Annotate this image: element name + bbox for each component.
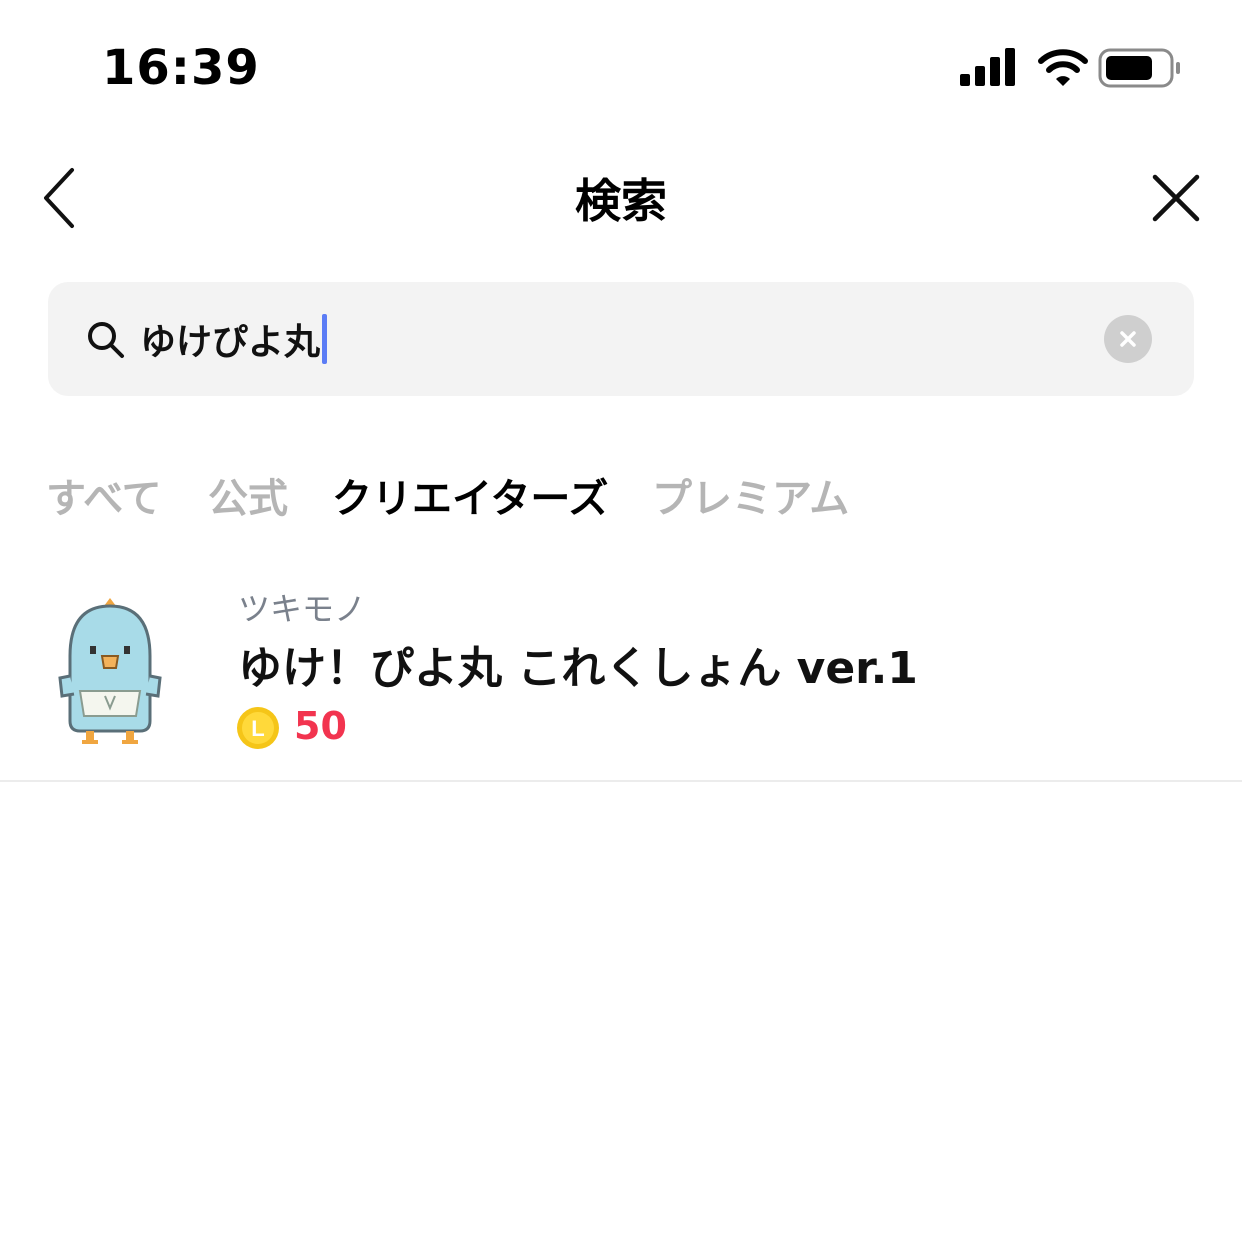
result-item[interactable]: ツキモノ ゆけ！ぴよ丸 これくしょん ver.1 L 50 — [0, 560, 1242, 782]
tab-official[interactable]: 公式 — [208, 466, 288, 524]
search-bar[interactable]: ゆけぴよ丸 — [48, 282, 1194, 396]
coin-icon: L — [237, 707, 279, 749]
page-title: 検索 — [575, 174, 667, 228]
search-input[interactable]: ゆけぴよ丸 — [140, 310, 328, 368]
search-screen: 16:39 検索 ゆけぴよ丸 すべて 公式 クリエイターズ プレミアム ツキモノ… — [0, 0, 1242, 1242]
search-icon — [88, 322, 124, 358]
close-icon — [1152, 174, 1200, 222]
tab-premium[interactable]: プレミアム — [652, 466, 849, 524]
signal-icon — [960, 48, 1015, 86]
status-time: 16:39 — [102, 40, 260, 96]
clear-search-button[interactable] — [1104, 315, 1152, 363]
close-button[interactable] — [1144, 166, 1208, 230]
tab-all[interactable]: すべて — [46, 466, 162, 524]
battery-icon — [1098, 48, 1180, 88]
clear-icon — [1120, 331, 1136, 347]
text-caret — [322, 314, 328, 364]
sticker-thumbnail — [58, 598, 162, 744]
item-title: ゆけ！ぴよ丸 これくしょん ver.1 — [238, 643, 918, 694]
coin-letter: L — [251, 716, 264, 741]
tab-creators[interactable]: クリエイターズ — [332, 466, 608, 524]
price: 50 — [294, 704, 347, 748]
search-query: ゆけぴよ丸 — [140, 322, 321, 363]
creator-name: ツキモノ — [238, 590, 367, 628]
wifi-icon — [1038, 49, 1088, 86]
